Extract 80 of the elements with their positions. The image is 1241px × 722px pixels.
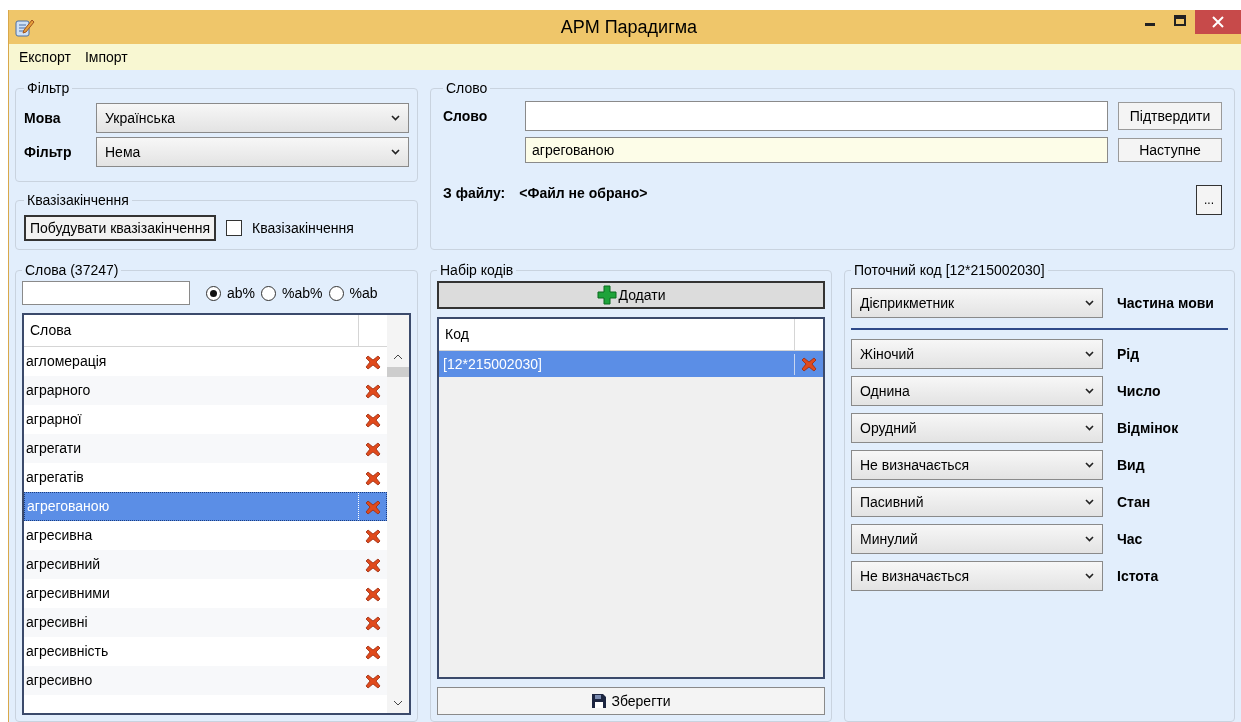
radio-label: %ab% bbox=[282, 283, 323, 303]
group-title: Квазізакінчення bbox=[26, 191, 130, 210]
field-label: Час bbox=[1117, 529, 1143, 549]
file-label: З файлу: bbox=[443, 183, 506, 203]
dropdown[interactable]: Не визначається bbox=[851, 450, 1103, 480]
delete-icon[interactable] bbox=[365, 353, 381, 370]
window-title: АРМ Парадигма bbox=[559, 15, 699, 39]
column-header: Код bbox=[439, 319, 795, 350]
field-label: Рід bbox=[1117, 344, 1140, 364]
confirm-button[interactable]: Підтвердити bbox=[1118, 102, 1222, 130]
field-label: Слово bbox=[443, 106, 489, 126]
delete-icon[interactable] bbox=[365, 556, 381, 573]
list-row[interactable]: аграрного bbox=[24, 376, 387, 405]
file-name: <Файл не обрано> bbox=[519, 183, 648, 203]
radio-button[interactable] bbox=[328, 285, 344, 301]
search-field[interactable] bbox=[22, 281, 190, 305]
field-label: Частина мови bbox=[1117, 293, 1214, 313]
list-row[interactable]: агрегати bbox=[24, 434, 387, 463]
radio-button[interactable] bbox=[261, 285, 277, 301]
dropdown[interactable]: Українська bbox=[96, 103, 409, 133]
dropdown[interactable]: Дієприкметник bbox=[851, 288, 1103, 318]
chevron-icon bbox=[1085, 573, 1094, 579]
field-label: Істота bbox=[1117, 566, 1159, 586]
group-title: Фільтр bbox=[26, 79, 71, 98]
delete-icon[interactable] bbox=[365, 411, 381, 428]
field-label: Відмінок bbox=[1117, 418, 1179, 438]
group-title: Поточний код [12*215002030] bbox=[853, 261, 1046, 280]
save-button[interactable]: Зберегти bbox=[437, 687, 825, 715]
checkbox[interactable] bbox=[226, 220, 242, 236]
delete-icon[interactable] bbox=[365, 585, 381, 602]
delete-icon[interactable] bbox=[365, 643, 381, 660]
field-label: Фільтр bbox=[24, 142, 73, 162]
chevron-icon bbox=[1085, 499, 1094, 505]
group-title: Слова (37247) bbox=[24, 261, 120, 280]
chevron-icon bbox=[1085, 462, 1094, 468]
browse-button[interactable]: ... bbox=[1196, 185, 1222, 215]
delete-icon[interactable] bbox=[365, 527, 381, 544]
build-button[interactable]: Побудувати квазізакінчення bbox=[24, 215, 216, 241]
chevron-icon bbox=[391, 115, 400, 121]
chevron-icon bbox=[1085, 388, 1094, 394]
dropdown[interactable]: Пасивний bbox=[851, 487, 1103, 517]
dropdown[interactable]: Орудний bbox=[851, 413, 1103, 443]
radio-label: ab% bbox=[227, 283, 256, 303]
field-label: Стан bbox=[1117, 492, 1151, 512]
radio-button[interactable] bbox=[206, 285, 221, 301]
dropdown[interactable]: Жіночий bbox=[851, 339, 1103, 369]
next-button[interactable]: Наступне bbox=[1118, 138, 1222, 162]
delete-icon[interactable] bbox=[365, 672, 381, 689]
menu-item[interactable]: Імпорт bbox=[84, 46, 128, 68]
close-button[interactable] bbox=[1195, 10, 1241, 34]
column-header: Слова bbox=[24, 315, 359, 346]
plus-icon bbox=[596, 285, 617, 305]
field-label: Число bbox=[1117, 381, 1161, 401]
close-icon bbox=[1212, 16, 1224, 28]
word-field[interactable]: агрегованою bbox=[525, 137, 1108, 163]
menu-item[interactable]: Експорт bbox=[19, 46, 71, 68]
dropdown[interactable]: Не визначається bbox=[851, 561, 1103, 591]
checkbox-label: Квазізакінчення bbox=[252, 218, 354, 238]
list-row[interactable]: агресивні bbox=[24, 608, 387, 637]
delete-icon[interactable] bbox=[365, 469, 381, 486]
delete-icon[interactable] bbox=[365, 614, 381, 631]
group-title: Слово bbox=[445, 79, 489, 98]
chevron-icon bbox=[1085, 536, 1094, 542]
chevron-icon bbox=[1085, 351, 1094, 357]
radio-label: %ab bbox=[349, 283, 378, 303]
chevron-icon bbox=[1085, 425, 1094, 431]
list-row[interactable]: агресивно bbox=[24, 666, 387, 695]
word-field[interactable] bbox=[525, 101, 1108, 131]
dropdown[interactable]: Однина bbox=[851, 376, 1103, 406]
group-title: Набір кодів bbox=[439, 261, 515, 280]
delete-icon[interactable] bbox=[365, 382, 381, 399]
delete-icon[interactable] bbox=[365, 440, 381, 457]
field-label: Мова bbox=[24, 108, 62, 128]
add-button[interactable]: Додати bbox=[437, 281, 825, 309]
chevron-icon bbox=[391, 149, 400, 155]
field-label: Вид bbox=[1117, 455, 1145, 475]
list-row[interactable]: агресивний bbox=[24, 550, 387, 579]
dropdown[interactable]: Нема bbox=[96, 137, 409, 167]
chevron-icon bbox=[1085, 300, 1094, 306]
dropdown[interactable]: Минулий bbox=[851, 524, 1103, 554]
